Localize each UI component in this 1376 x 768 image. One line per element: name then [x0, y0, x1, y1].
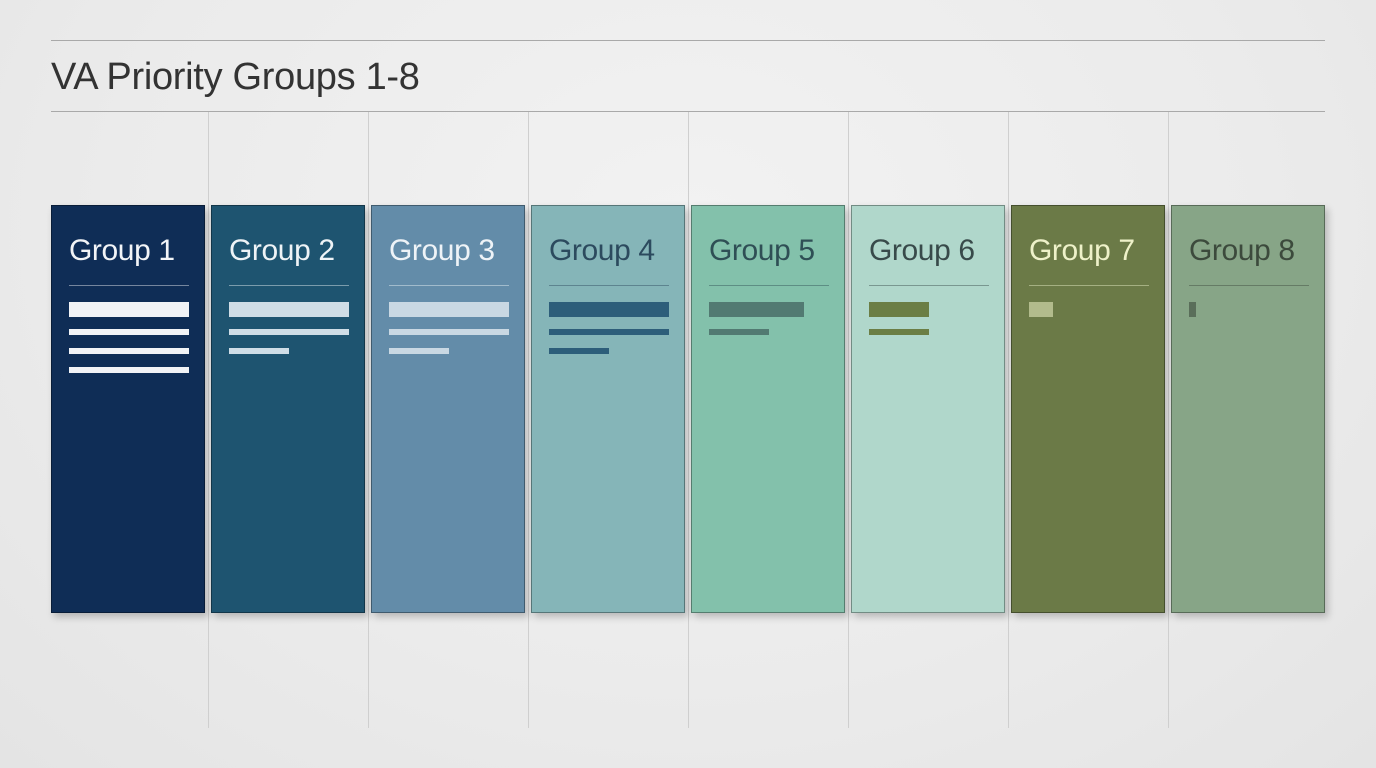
group-card-title: Group 2 [229, 234, 335, 267]
group-card-7[interactable]: Group 7 [1011, 205, 1165, 613]
column-divider [1168, 112, 1169, 728]
group-card-title: Group 8 [1189, 234, 1295, 267]
group-card-5[interactable]: Group 5 [691, 205, 845, 613]
card-divider [229, 285, 349, 286]
content-bar [69, 367, 189, 373]
page-title: VA Priority Groups 1-8 [51, 56, 420, 98]
group-card-2[interactable]: Group 2 [211, 205, 365, 613]
column-divider [528, 112, 529, 728]
column-divider [688, 112, 689, 728]
content-bar [389, 348, 449, 354]
card-divider [549, 285, 669, 286]
card-divider [709, 285, 829, 286]
group-card-title: Group 4 [549, 234, 655, 267]
column-divider [848, 112, 849, 728]
card-divider [1029, 285, 1149, 286]
card-divider [869, 285, 989, 286]
column-divider [208, 112, 209, 728]
content-bar [229, 329, 349, 335]
content-bar [709, 302, 804, 317]
content-bar [869, 302, 929, 317]
group-card-title: Group 5 [709, 234, 815, 267]
group-card-3[interactable]: Group 3 [371, 205, 525, 613]
content-bar [549, 348, 609, 354]
group-card-title: Group 3 [389, 234, 495, 267]
content-bar [389, 329, 509, 335]
content-bar [229, 348, 289, 354]
group-card-1[interactable]: Group 1 [51, 205, 205, 613]
content-bar [549, 329, 669, 335]
card-divider [1189, 285, 1309, 286]
content-bar [69, 302, 189, 317]
column-divider [368, 112, 369, 728]
content-bar [69, 329, 189, 335]
column-divider [1008, 112, 1009, 728]
group-card-title: Group 7 [1029, 234, 1135, 267]
group-card-8[interactable]: Group 8 [1171, 205, 1325, 613]
content-bar [1189, 302, 1196, 317]
content-bar [389, 302, 509, 317]
card-divider [69, 285, 189, 286]
group-card-6[interactable]: Group 6 [851, 205, 1005, 613]
content-bar [869, 329, 929, 335]
content-bar [709, 329, 769, 335]
content-bar [549, 302, 669, 317]
content-bar [69, 348, 189, 354]
content-bar [229, 302, 349, 317]
content-bar [1029, 302, 1053, 317]
header-top-rule [51, 40, 1325, 41]
group-card-4[interactable]: Group 4 [531, 205, 685, 613]
group-card-title: Group 1 [69, 234, 175, 267]
group-card-title: Group 6 [869, 234, 975, 267]
card-divider [389, 285, 509, 286]
